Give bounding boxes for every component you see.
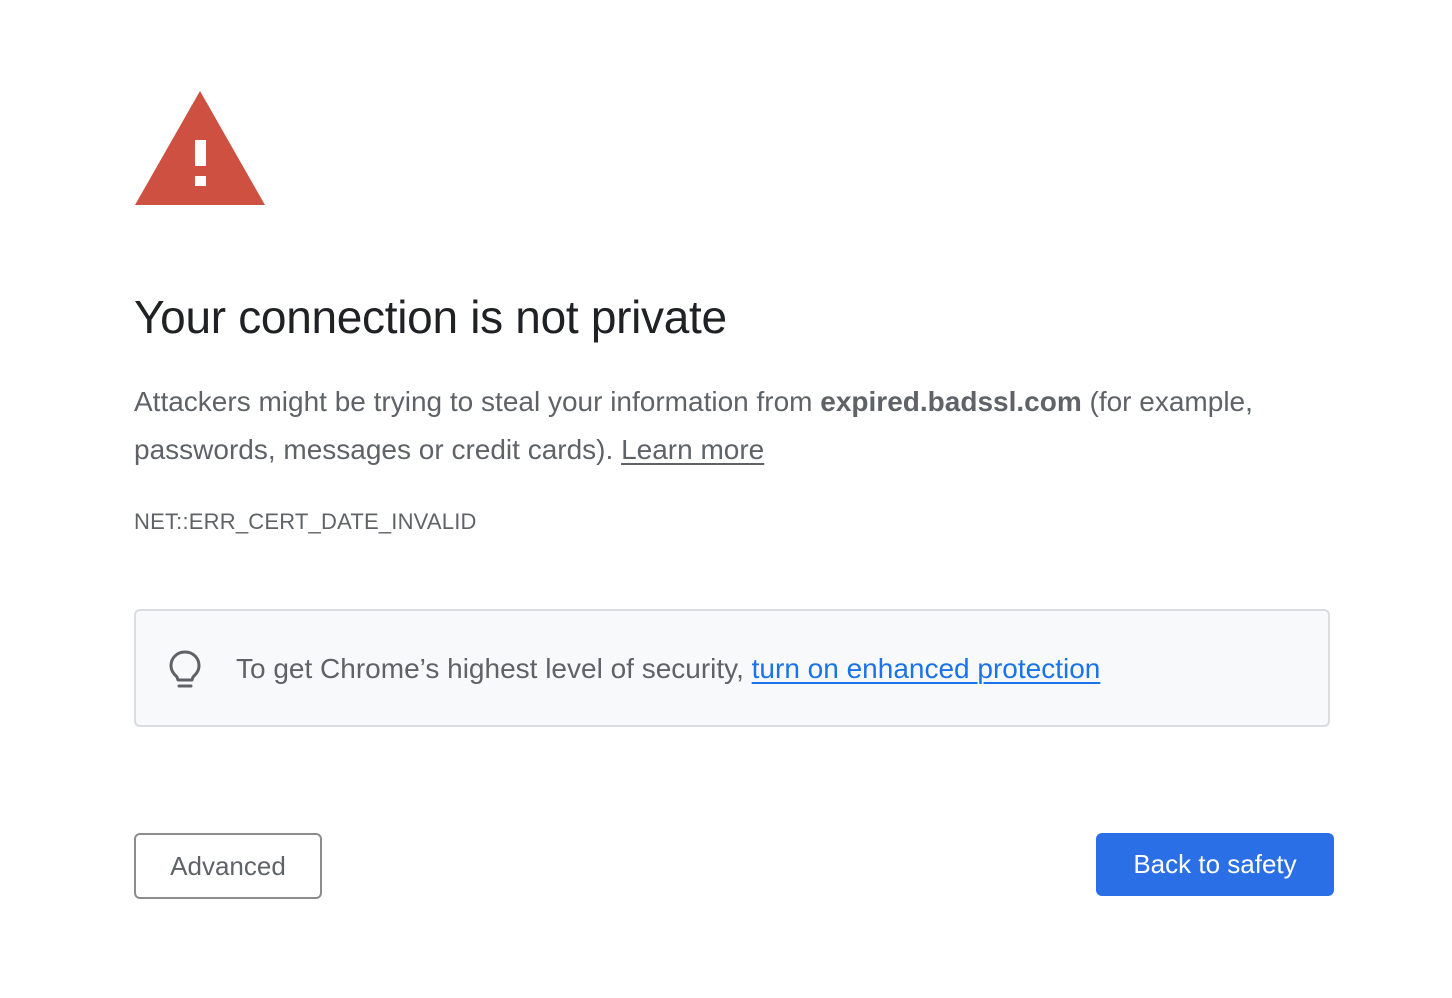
lightbulb-icon [169,650,201,688]
advanced-button[interactable]: Advanced [134,833,322,899]
site-hostname: expired.badssl.com [820,386,1082,417]
promo-text: To get Chrome’s highest level of securit… [236,653,752,684]
promo-message: To get Chrome’s highest level of securit… [236,649,1100,689]
learn-more-link[interactable]: Learn more [621,434,764,465]
message-prefix: Attackers might be trying to steal your … [134,386,821,417]
interstitial-page: Your connection is not private Attackers… [0,0,1452,998]
enhanced-protection-promo: To get Chrome’s highest level of securit… [134,609,1330,727]
warning-triangle-icon [135,91,265,205]
warning-message: Attackers might be trying to steal your … [134,378,1284,474]
enhanced-protection-link[interactable]: turn on enhanced protection [752,653,1101,684]
error-code: NET::ERR_CERT_DATE_INVALID [134,509,477,534]
page-title: Your connection is not private [134,291,727,343]
back-to-safety-button[interactable]: Back to safety [1096,833,1334,896]
